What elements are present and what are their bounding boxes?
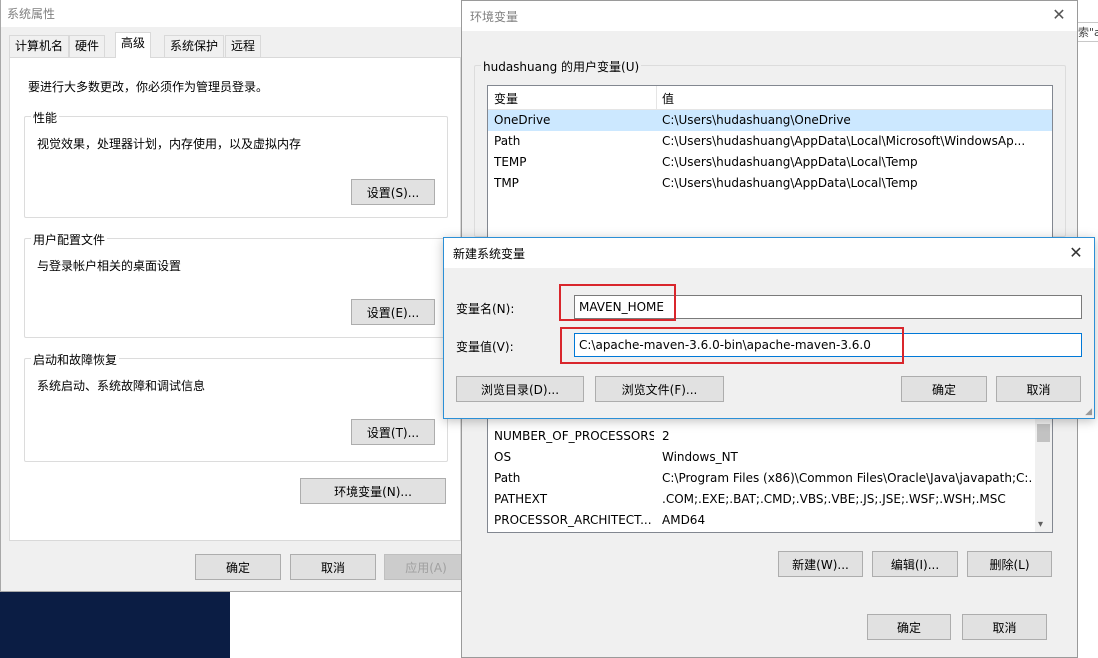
system-properties-cancel-button[interactable]: 取消: [290, 554, 376, 580]
variable-name-label: 变量名(N):: [456, 302, 515, 316]
advanced-tab-panel: 要进行大多数更改，你必须作为管理员登录。 性能 视觉效果，处理器计划，内存使用，…: [9, 57, 461, 541]
list-item[interactable]: OS Windows_NT: [488, 447, 1052, 468]
list-item[interactable]: TMP C:\Users\hudashuang\AppData\Local\Te…: [488, 173, 1052, 194]
system-properties-window: 系统属性 计算机名 硬件 高级 系统保护 远程 要进行大多数更改，你必须作为管理…: [0, 0, 468, 592]
tab-system-protection[interactable]: 系统保护: [164, 35, 225, 57]
list-item[interactable]: PATHEXT .COM;.EXE;.BAT;.CMD;.VBS;.VBE;.J…: [488, 489, 1052, 510]
list-item[interactable]: PROCESSOR_ARCHITECT... AMD64: [488, 510, 1052, 531]
list-item-value: 2: [662, 429, 670, 443]
list-item-value: .COM;.EXE;.BAT;.CMD;.VBS;.VBE;.JS;.JSE;.…: [662, 492, 1006, 506]
list-item[interactable]: OneDrive C:\Users\hudashuang\OneDrive: [488, 110, 1052, 131]
delete-variable-button[interactable]: 删除(L): [967, 551, 1052, 577]
admin-note: 要进行大多数更改，你必须作为管理员登录。: [28, 80, 269, 94]
tab-remote[interactable]: 远程: [225, 35, 262, 57]
environment-variables-button[interactable]: 环境变量(N)...: [300, 478, 446, 504]
list-item-name: OneDrive: [494, 113, 551, 127]
new-variable-title: 新建系统变量: [453, 246, 526, 261]
environment-variables-cancel-button[interactable]: 取消: [962, 614, 1047, 640]
scrollbar-thumb[interactable]: [1037, 424, 1050, 442]
new-system-variable-dialog: 新建系统变量 ✕ 变量名(N): 变量值(V): 浏览目录(D)... 浏览文件…: [443, 237, 1095, 419]
user-list-header: 变量 值: [488, 86, 1052, 110]
tab-computer-name[interactable]: 计算机名: [9, 35, 70, 57]
list-item-value: C:\Users\hudashuang\OneDrive: [662, 113, 851, 127]
list-item-value: C:\Users\hudashuang\AppData\Local\Temp: [662, 176, 918, 190]
user-col-header-variable[interactable]: 变量: [494, 90, 518, 107]
startup-recovery-label: 启动和故障恢复: [31, 351, 120, 368]
user-variables-list[interactable]: 变量 值 OneDrive C:\Users\hudashuang\OneDri…: [487, 85, 1053, 245]
desktop-background: [0, 590, 230, 658]
list-item[interactable]: NUMBER_OF_PROCESSORS 2: [488, 426, 1052, 447]
list-item-value: C:\Users\hudashuang\AppData\Local\Temp: [662, 155, 918, 169]
environment-variables-close-icon[interactable]: ✕: [1049, 5, 1069, 25]
browse-file-button[interactable]: 浏览文件(F)...: [595, 376, 724, 402]
user-profile-settings-button[interactable]: 设置(E)...: [351, 299, 435, 325]
user-profile-label: 用户配置文件: [31, 231, 108, 248]
new-variable-titlebar: 新建系统变量 ✕: [444, 238, 1094, 268]
chevron-down-icon[interactable]: ▾: [1038, 519, 1043, 530]
variable-value-input[interactable]: [574, 333, 1082, 357]
tab-advanced[interactable]: 高级: [115, 32, 152, 58]
startup-recovery-settings-button[interactable]: 设置(T)...: [351, 419, 435, 445]
new-variable-close-icon[interactable]: ✕: [1066, 243, 1086, 263]
resize-grip-icon[interactable]: ◢: [1085, 407, 1092, 417]
new-variable-cancel-button[interactable]: 取消: [996, 376, 1081, 402]
system-properties-ok-button[interactable]: 确定: [195, 554, 281, 580]
list-item-name: Path: [494, 471, 521, 485]
system-properties-title: 系统属性: [7, 6, 56, 21]
system-properties-titlebar: 系统属性: [1, 0, 467, 27]
environment-variables-ok-button[interactable]: 确定: [867, 614, 951, 640]
user-variables-label: hudashuang 的用户变量(U): [481, 58, 642, 75]
performance-settings-button[interactable]: 设置(S)...: [351, 179, 435, 205]
tab-hardware[interactable]: 硬件: [69, 35, 106, 57]
new-variable-ok-button[interactable]: 确定: [901, 376, 987, 402]
environment-variables-title: 环境变量: [470, 9, 519, 24]
list-item-value: C:\Users\hudashuang\AppData\Local\Micros…: [662, 134, 1026, 148]
list-item[interactable]: Path C:\Users\hudashuang\AppData\Local\M…: [488, 131, 1052, 152]
performance-label: 性能: [31, 109, 60, 126]
new-variable-button[interactable]: 新建(W)...: [778, 551, 863, 577]
list-item-value: Windows_NT: [662, 450, 738, 464]
list-item-name: NUMBER_OF_PROCESSORS: [494, 429, 654, 443]
browse-directory-button[interactable]: 浏览目录(D)...: [456, 376, 584, 402]
list-item-value: AMD64: [662, 513, 706, 527]
variable-name-input[interactable]: [574, 295, 1082, 319]
performance-group: 性能 视觉效果，处理器计划，内存使用，以及虚拟内存 设置(S)...: [24, 109, 448, 218]
performance-desc: 视觉效果，处理器计划，内存使用，以及虚拟内存: [37, 137, 302, 151]
system-properties-apply-button[interactable]: 应用(A): [384, 554, 468, 580]
list-item-value: C:\Program Files (x86)\Common Files\Orac…: [662, 471, 1032, 485]
user-profile-desc: 与登录帐户相关的桌面设置: [37, 259, 182, 273]
list-item[interactable]: TEMP C:\Users\hudashuang\AppData\Local\T…: [488, 152, 1052, 173]
user-col-divider: [656, 86, 657, 110]
startup-recovery-group: 启动和故障恢复 系统启动、系统故障和调试信息 设置(T)...: [24, 351, 448, 462]
edit-variable-button[interactable]: 编辑(I)...: [872, 551, 958, 577]
environment-variables-titlebar: 环境变量 ✕: [462, 1, 1077, 31]
list-item-name: Path: [494, 134, 521, 148]
list-item-name: PATHEXT: [494, 492, 548, 506]
background-window-text: 索"ap: [1075, 22, 1098, 42]
list-item-name: OS: [494, 450, 512, 464]
list-item[interactable]: Path C:\Program Files (x86)\Common Files…: [488, 468, 1052, 489]
user-profile-group: 用户配置文件 与登录帐户相关的桌面设置 设置(E)...: [24, 231, 448, 338]
variable-value-label: 变量值(V):: [456, 340, 514, 354]
list-item-name: PROCESSOR_ARCHITECT...: [494, 513, 652, 527]
list-item-name: TEMP: [494, 155, 527, 169]
list-item-name: TMP: [494, 176, 519, 190]
startup-recovery-desc: 系统启动、系统故障和调试信息: [37, 379, 206, 393]
user-col-header-value[interactable]: 值: [662, 90, 674, 107]
